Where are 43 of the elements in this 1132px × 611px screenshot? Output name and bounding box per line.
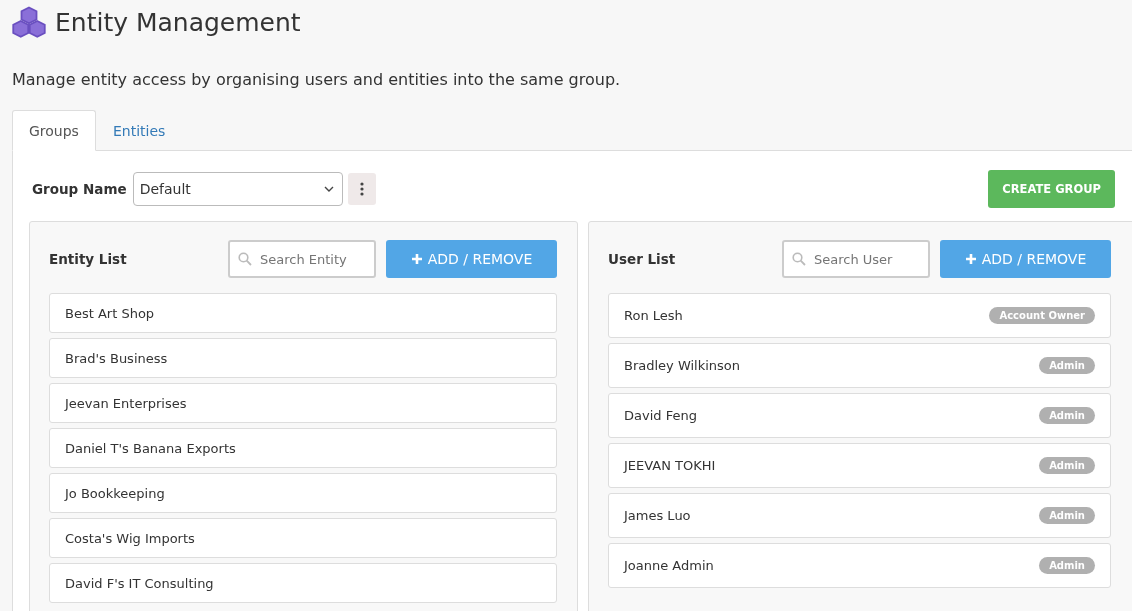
vertical-dots-icon xyxy=(359,182,364,196)
entity-row[interactable]: Best Art Shop xyxy=(49,293,557,333)
search-icon xyxy=(792,252,806,266)
page-description: Manage entity access by organising users and entities into the same group. xyxy=(12,70,622,89)
entity-row[interactable]: Brad's Business xyxy=(49,338,557,378)
role-badge: Admin xyxy=(1039,507,1095,524)
entity-row[interactable]: David F's IT Consulting xyxy=(49,563,557,603)
user-name: Joanne Admin xyxy=(624,558,714,573)
page-title: Entity Management xyxy=(55,7,301,37)
tab[interactable]: Entities xyxy=(95,110,183,151)
user-row[interactable]: Ron Lesh Account Owner xyxy=(608,293,1111,338)
role-badge: Admin xyxy=(1039,557,1095,574)
user-name: Bradley Wilkinson xyxy=(624,358,741,373)
search-icon xyxy=(238,252,252,266)
user-row[interactable]: Joanne Admin Admin xyxy=(608,543,1111,588)
list-title: Entity List xyxy=(49,251,128,267)
entity-row[interactable]: Costa's Wig Imports xyxy=(49,518,557,558)
user-name: David Feng xyxy=(624,408,697,423)
plus-icon xyxy=(964,253,977,265)
user-row[interactable]: James Luo Admin xyxy=(608,493,1111,538)
group-select[interactable]: Default xyxy=(132,172,343,206)
user-name: James Luo xyxy=(624,508,691,523)
plus-icon xyxy=(410,253,423,265)
chevron-down-icon xyxy=(323,186,334,192)
cubes-icon xyxy=(11,5,47,39)
role-badge: Admin xyxy=(1039,357,1095,374)
tab[interactable]: Groups xyxy=(12,110,96,151)
list-title: User List xyxy=(608,251,677,267)
role-badge: Account Owner xyxy=(989,307,1095,324)
entity-row[interactable]: Daniel T's Banana Exports xyxy=(49,428,557,468)
role-badge: Admin xyxy=(1039,407,1095,424)
entity-row[interactable]: Jo Bookkeeping xyxy=(49,473,557,513)
user-name: Ron Lesh xyxy=(624,308,683,323)
group-name-label: Group Name xyxy=(32,181,127,197)
role-badge: Admin xyxy=(1039,457,1095,474)
search-field[interactable]: Search User xyxy=(782,240,930,278)
user-row[interactable]: David Feng Admin xyxy=(608,393,1111,438)
search-field[interactable]: Search Entity xyxy=(228,240,376,278)
more-options-button[interactable] xyxy=(347,173,376,205)
entity-row[interactable]: Jeevan Enterprises xyxy=(49,383,557,423)
user-name: JEEVAN TOKHI xyxy=(624,458,716,473)
user-row[interactable]: Bradley Wilkinson Admin xyxy=(608,343,1111,388)
user-row[interactable]: JEEVAN TOKHI Admin xyxy=(608,443,1111,488)
